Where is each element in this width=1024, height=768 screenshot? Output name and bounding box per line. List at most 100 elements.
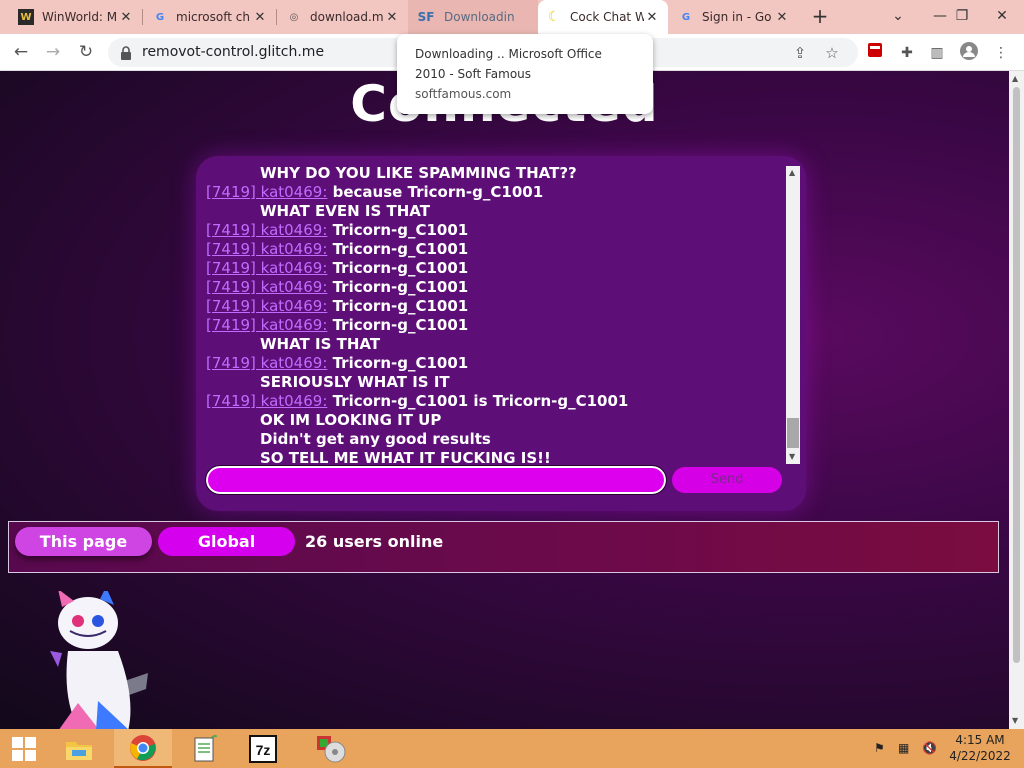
- hover-card-domain: softfamous.com: [415, 87, 512, 101]
- chat-message: [7419] kat0469: because Tricorn-g_C1001: [206, 183, 786, 202]
- new-tab-button[interactable]: +: [808, 5, 832, 29]
- this-page-button[interactable]: This page: [15, 527, 152, 556]
- message-text: Tricorn-g_C1001: [327, 240, 469, 258]
- chat-box: WHY DO YOU LIKE SPAMMING THAT?? [7419] k…: [196, 156, 806, 511]
- message-text: because Tricorn-g_C1001: [327, 183, 544, 201]
- system-clock[interactable]: 4:15 AM 4/22/2022: [948, 732, 1012, 764]
- close-icon[interactable]: ✕: [644, 10, 660, 25]
- tab-title: Cock Chat W: [570, 10, 644, 24]
- username-link[interactable]: [7419] kat0469:: [206, 392, 327, 410]
- tab-download[interactable]: ◎ download.m ✕: [278, 0, 408, 34]
- message-text: Tricorn-g_C1001: [327, 221, 469, 239]
- chat-message: [7419] kat0469: Tricorn-g_C1001: [206, 297, 786, 316]
- close-icon[interactable]: ✕: [384, 10, 400, 25]
- scroll-up-icon[interactable]: ▲: [789, 168, 795, 177]
- message-input[interactable]: [205, 465, 667, 495]
- tab-hover-card: Downloading .. Microsoft Office 2010 - S…: [397, 34, 653, 114]
- message-list: WHY DO YOU LIKE SPAMMING THAT?? [7419] k…: [206, 164, 786, 466]
- message-text: Didn't get any good results: [260, 430, 491, 448]
- close-window-icon[interactable]: ✕: [980, 0, 1024, 34]
- hover-card-title: Downloading .. Microsoft Office 2010 - S…: [415, 47, 602, 81]
- username-link[interactable]: [7419] kat0469:: [206, 240, 327, 258]
- message-text: Tricorn-g_C1001: [327, 297, 469, 315]
- message-text: WHAT EVEN IS THAT: [260, 202, 430, 220]
- tab-sign-in[interactable]: G Sign in - Go ✕: [670, 0, 798, 34]
- close-icon[interactable]: ✕: [118, 10, 134, 25]
- 7zip-icon[interactable]: 7z: [234, 729, 292, 768]
- bookmark-star-icon[interactable]: ☆: [822, 43, 842, 63]
- tab-search-icon[interactable]: ⌄: [876, 0, 920, 34]
- username-link[interactable]: [7419] kat0469:: [206, 259, 327, 277]
- volume-muted-icon[interactable]: 🔇: [922, 741, 937, 755]
- flag-icon[interactable]: ⚑: [874, 741, 885, 755]
- chat-scope-bar: This page Global 26 users online: [8, 521, 999, 573]
- start-icon[interactable]: [0, 729, 48, 768]
- username-link[interactable]: [7419] kat0469:: [206, 221, 327, 239]
- scroll-up-icon[interactable]: ▲: [1012, 74, 1018, 83]
- message-text: WHY DO YOU LIKE SPAMMING THAT??: [260, 164, 577, 182]
- tab-microsoft-chat[interactable]: G microsoft ch ✕: [144, 0, 276, 34]
- message-text: Tricorn-g_C1001: [327, 354, 469, 372]
- chrome-icon[interactable]: [114, 729, 172, 768]
- close-icon[interactable]: ✕: [774, 10, 790, 25]
- lock-icon: [120, 45, 132, 64]
- message-text: SERIOUSLY WHAT IS IT: [260, 373, 450, 391]
- mascot-character-image: [40, 587, 160, 729]
- tab-title: download.m: [310, 10, 384, 24]
- notepad-icon[interactable]: [176, 729, 234, 768]
- chat-message: [7419] kat0469: Tricorn-g_C1001 is Trico…: [206, 392, 786, 411]
- profile-avatar-icon[interactable]: [958, 42, 980, 64]
- username-link[interactable]: [7419] kat0469:: [206, 354, 327, 372]
- network-icon[interactable]: ▦: [898, 741, 909, 755]
- forward-icon[interactable]: →: [40, 40, 66, 66]
- global-button[interactable]: Global: [158, 527, 295, 556]
- message-text: Tricorn-g_C1001: [327, 259, 469, 277]
- username-link[interactable]: [7419] kat0469:: [206, 316, 327, 334]
- chat-scrollbar[interactable]: ▲ ▼: [786, 166, 800, 464]
- url-text: removot-control.glitch.me: [142, 44, 325, 60]
- close-icon[interactable]: ✕: [252, 10, 268, 25]
- username-link[interactable]: [7419] kat0469:: [206, 183, 327, 201]
- chat-message: SO TELL ME WHAT IT FUCKING IS!!: [206, 449, 786, 466]
- reload-icon[interactable]: ↻: [73, 40, 99, 66]
- chat-message: OK IM LOOKING IT UP: [206, 411, 786, 430]
- extensions-puzzle-icon[interactable]: ✚: [896, 42, 918, 64]
- tab-title: Sign in - Go: [702, 10, 772, 24]
- username-link[interactable]: [7419] kat0469:: [206, 278, 327, 296]
- scroll-down-icon[interactable]: ▼: [1012, 716, 1018, 725]
- chat-message: WHY DO YOU LIKE SPAMMING THAT??: [206, 164, 786, 183]
- tab-separator: [276, 9, 277, 25]
- chat-message: SERIOUSLY WHAT IS IT: [206, 373, 786, 392]
- send-button[interactable]: Send: [672, 467, 782, 493]
- menu-kebab-icon[interactable]: ⋮: [990, 42, 1012, 64]
- side-panel-icon[interactable]: ▥: [926, 42, 948, 64]
- file-explorer-icon[interactable]: [50, 729, 108, 768]
- chat-message: [7419] kat0469: Tricorn-g_C1001: [206, 240, 786, 259]
- clock-date: 4/22/2022: [949, 749, 1011, 763]
- page-scroll-thumb[interactable]: [1013, 87, 1020, 663]
- chat-scroll-thumb[interactable]: [787, 418, 799, 448]
- chat-message: WHAT EVEN IS THAT: [206, 202, 786, 221]
- google-icon: G: [681, 11, 691, 23]
- tab-cock-chat[interactable]: ☾ Cock Chat W ✕: [538, 0, 668, 34]
- tab-winworld[interactable]: W WinWorld: M ✕: [10, 0, 142, 34]
- extension-seen-icon[interactable]: [864, 42, 886, 64]
- restore-icon[interactable]: ❐: [940, 0, 984, 34]
- svg-text:7z: 7z: [256, 742, 271, 758]
- media-icon[interactable]: [302, 729, 360, 768]
- tab-strip: W WinWorld: M ✕ G microsoft ch ✕ ◎ downl…: [0, 0, 1024, 34]
- tab-title: WinWorld: M: [42, 10, 118, 24]
- chat-message: [7419] kat0469: Tricorn-g_C1001: [206, 259, 786, 278]
- chat-message: WHAT IS THAT: [206, 335, 786, 354]
- back-icon[interactable]: ←: [8, 40, 34, 66]
- scroll-down-icon[interactable]: ▼: [789, 452, 795, 461]
- page-scrollbar[interactable]: ▲ ▼: [1009, 71, 1024, 729]
- globe-icon: ◎: [289, 11, 299, 23]
- message-text: WHAT IS THAT: [260, 335, 381, 353]
- chat-message: [7419] kat0469: Tricorn-g_C1001: [206, 316, 786, 335]
- share-icon[interactable]: ⇪: [790, 43, 810, 63]
- tab-downloading-softfamous[interactable]: SF Downloadin: [408, 0, 538, 34]
- clock-time: 4:15 AM: [955, 733, 1005, 747]
- page-content: Connected WHY DO YOU LIKE SPAMMING THAT?…: [0, 71, 1009, 729]
- username-link[interactable]: [7419] kat0469:: [206, 297, 327, 315]
